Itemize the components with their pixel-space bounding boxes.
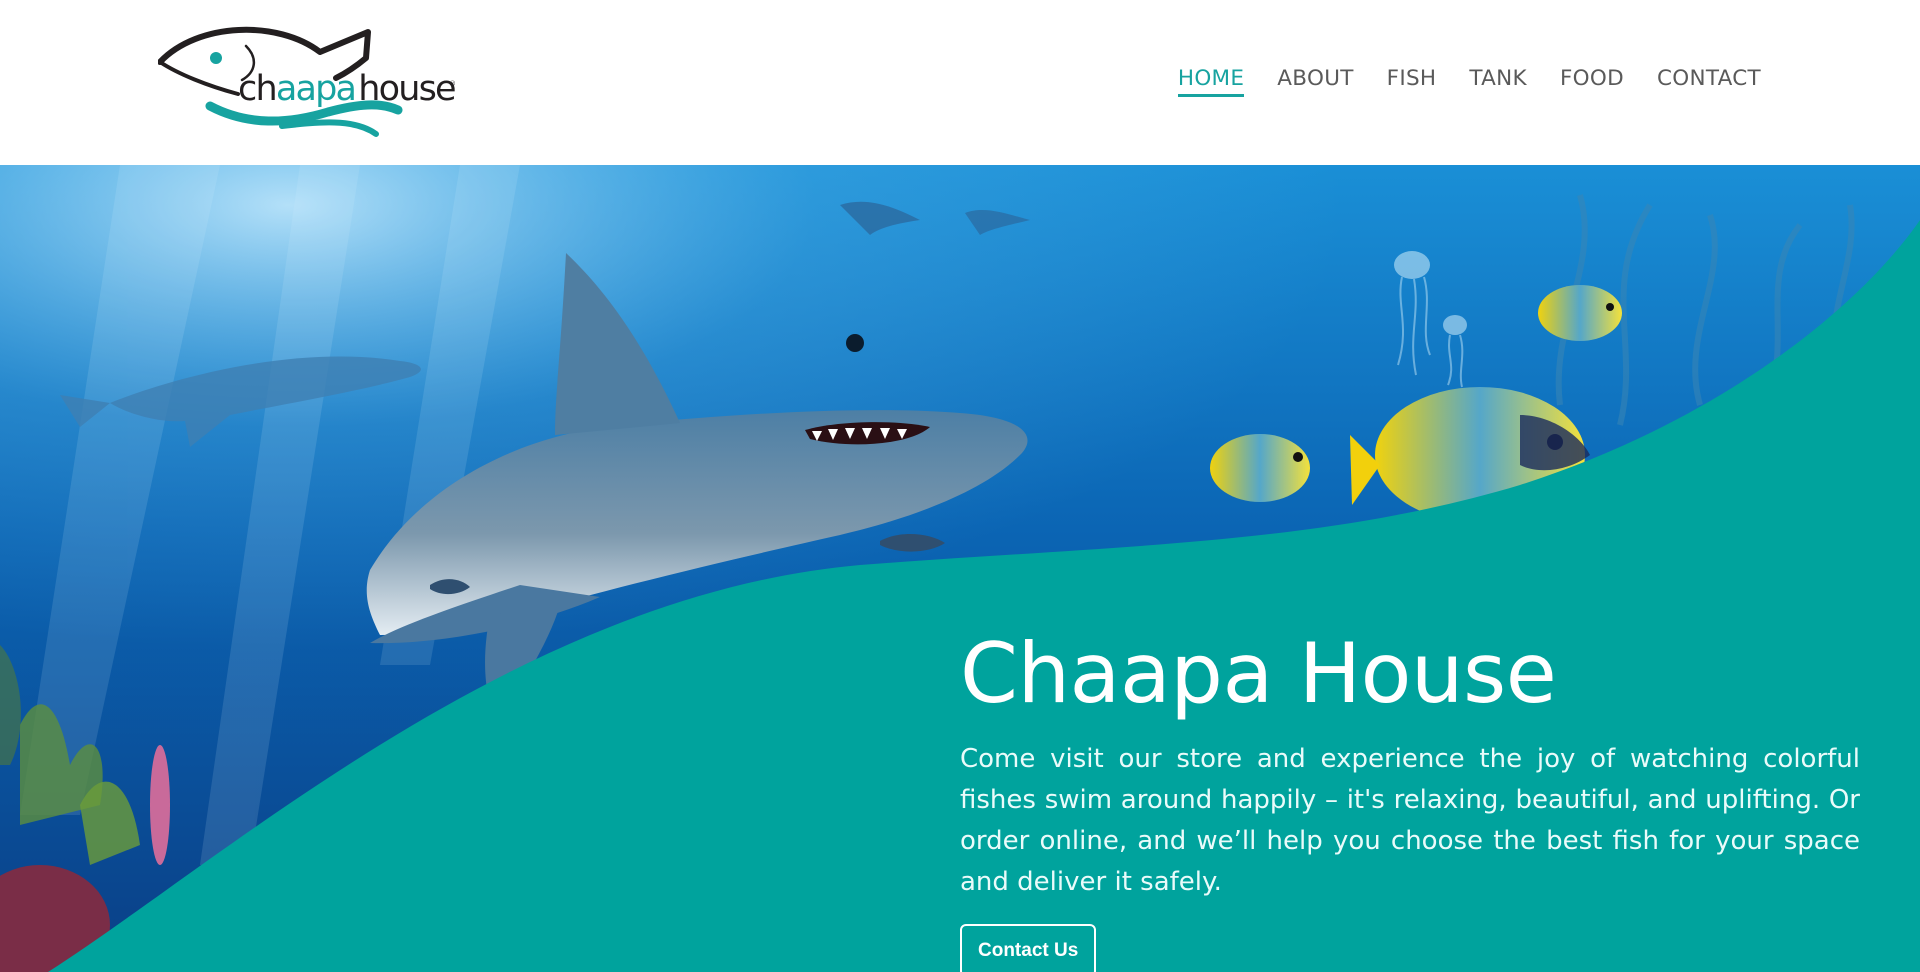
site-header: chaapahouse ® HOME ABOUT FISH TANK FOOD … (0, 0, 1920, 165)
hero-title: Chaapa House (960, 625, 1557, 722)
nav-item-contact[interactable]: CONTACT (1657, 68, 1761, 97)
logo-wordmark: chaapahouse (238, 69, 457, 109)
hero-description: Come visit our store and experience the … (960, 744, 1860, 898)
logo-link[interactable]: chaapahouse ® (158, 22, 458, 146)
nav-item-home[interactable]: HOME (1177, 68, 1245, 97)
nav-item-about[interactable]: ABOUT (1277, 68, 1353, 97)
main-nav: HOME ABOUT FISH TANK FOOD CONTACT (1177, 68, 1761, 97)
hero-section: Chaapa House Come visit our store and ex… (0, 165, 1920, 972)
nav-item-food[interactable]: FOOD (1560, 68, 1624, 97)
registered-mark: ® (449, 80, 456, 88)
contact-us-button[interactable]: Contact Us (960, 924, 1097, 972)
nav-item-tank[interactable]: TANK (1469, 68, 1527, 97)
nav-item-fish[interactable]: FISH (1387, 68, 1437, 97)
hero-content: Chaapa House Come visit our store and ex… (960, 630, 1860, 972)
